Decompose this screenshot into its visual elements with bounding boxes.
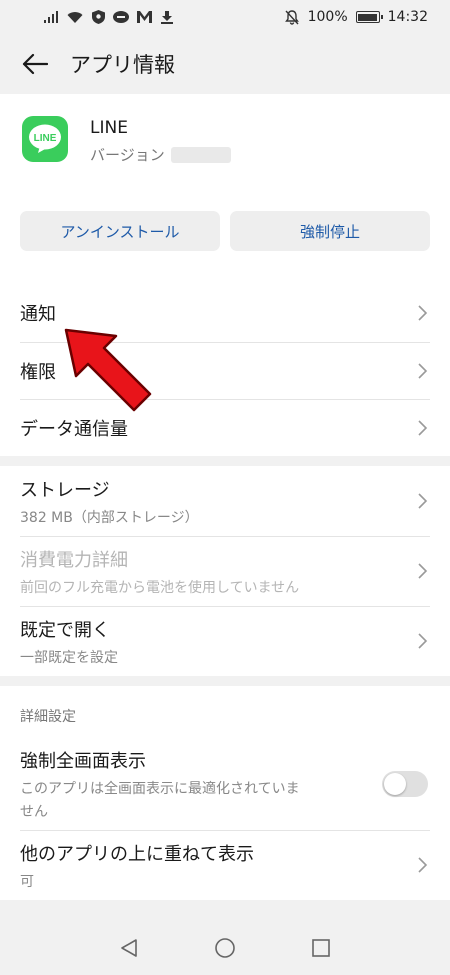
- storage-card: ストレージ 382 MB（内部ストレージ） 消費電力詳細 前回のフル充電から電池…: [0, 466, 450, 676]
- recents-square-icon[interactable]: [309, 936, 333, 960]
- power-label: 消費電力詳細: [20, 549, 128, 571]
- signal-icon: [44, 10, 60, 24]
- mail-icon: [136, 10, 152, 24]
- app-bar: アプリ情報: [0, 34, 450, 94]
- menu-item-power-details[interactable]: 消費電力詳細 前回のフル充電から電池を使用していません: [0, 536, 450, 606]
- line-logo-text: LINE: [34, 133, 57, 144]
- chevron-right-icon: [418, 493, 428, 509]
- menu-item-force-fullscreen[interactable]: 強制全画面表示 このアプリは全画面表示に最適化されていま せん: [0, 738, 450, 830]
- default-open-label: 既定で開く: [20, 619, 110, 641]
- storage-sub: 382 MB（内部ストレージ）: [20, 509, 199, 526]
- line-app-icon: LINE: [22, 116, 68, 162]
- permissions-label: 権限: [20, 361, 56, 383]
- default-open-sub: 一部既定を設定: [20, 649, 118, 666]
- clock: 14:32: [387, 9, 428, 25]
- back-arrow-icon[interactable]: [20, 49, 50, 79]
- data-usage-label: データ通信量: [20, 418, 128, 440]
- page-title: アプリ情報: [70, 53, 175, 77]
- power-sub: 前回のフル充電から電池を使用していません: [20, 579, 300, 596]
- version-redacted: [170, 146, 231, 163]
- notifications-label: 通知: [20, 304, 56, 325]
- status-bar: 100% 14:32: [0, 0, 450, 34]
- vpn-shield-icon: [90, 10, 106, 24]
- menu-item-storage[interactable]: ストレージ 382 MB（内部ストレージ）: [0, 466, 450, 536]
- status-icons-right: 100% 14:32: [284, 9, 428, 25]
- battery-icon: [355, 11, 383, 23]
- chevron-right-icon: [418, 305, 428, 321]
- chevron-right-icon: [418, 563, 428, 579]
- overlay-sub: 可: [20, 873, 34, 890]
- battery-percent: 100%: [307, 9, 348, 25]
- download-icon: [159, 10, 175, 24]
- force-fullscreen-sub-1: このアプリは全画面表示に最適化されていま: [20, 781, 300, 797]
- chevron-right-icon: [418, 362, 428, 379]
- force-stop-button[interactable]: 強制停止: [230, 211, 430, 251]
- overlay-label: 他のアプリの上に重ねて表示: [20, 843, 254, 865]
- chevron-right-icon: [418, 419, 428, 436]
- section-header-advanced: 詳細設定: [20, 709, 76, 725]
- red-pointer-arrow-icon: [64, 328, 152, 412]
- status-icons-left: [44, 10, 175, 24]
- wifi-icon: [67, 10, 83, 24]
- force-fullscreen-toggle[interactable]: [382, 771, 428, 797]
- app-summary: LINE LINE バージョン: [22, 116, 231, 165]
- home-circle-icon[interactable]: [213, 936, 237, 960]
- system-nav-bar: [0, 920, 450, 975]
- force-fullscreen-label: 強制全画面表示: [20, 751, 146, 772]
- uninstall-button[interactable]: アンインストール: [20, 211, 220, 251]
- app-name: LINE: [90, 118, 128, 138]
- force-fullscreen-sub-2: せん: [20, 804, 48, 820]
- menu-item-draw-over-apps[interactable]: 他のアプリの上に重ねて表示 可: [0, 830, 450, 900]
- storage-label: ストレージ: [20, 479, 110, 501]
- chevron-right-icon: [418, 633, 428, 649]
- app-version-label: バージョン: [90, 146, 165, 164]
- advanced-settings-card: 詳細設定 強制全画面表示 このアプリは全画面表示に最適化されていま せん 他のア…: [0, 686, 450, 900]
- menu-item-open-by-default[interactable]: 既定で開く 一部既定を設定: [0, 606, 450, 676]
- notification-off-icon: [284, 9, 300, 25]
- line-icon: [113, 10, 129, 24]
- chevron-right-icon: [418, 857, 428, 873]
- back-triangle-icon[interactable]: [117, 936, 141, 960]
